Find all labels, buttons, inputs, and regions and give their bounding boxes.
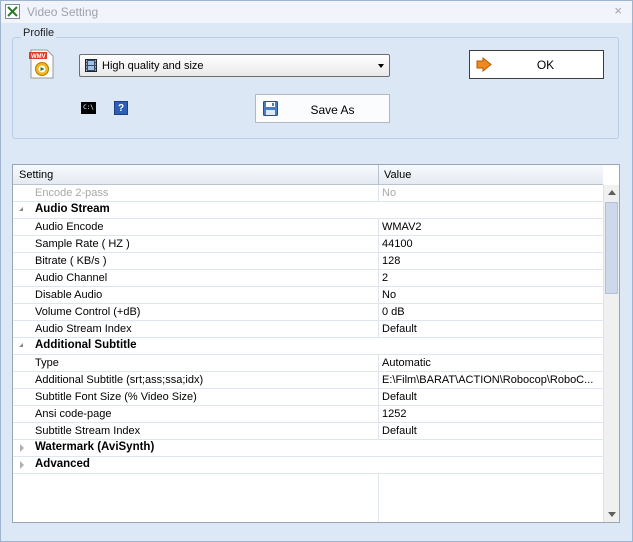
- property-value[interactable]: E:\Film\BARAT\ACTION\Robocop\RoboC...: [382, 374, 600, 386]
- vertical-scrollbar[interactable]: [603, 185, 619, 522]
- cell-divider: [378, 219, 379, 236]
- category-row[interactable]: Audio Stream: [13, 202, 603, 219]
- ok-button-label: OK: [536, 58, 555, 72]
- column-divider[interactable]: [378, 165, 379, 185]
- cell-divider: [378, 304, 379, 321]
- video-setting-window: Video Setting × Profile WMV High quality…: [0, 0, 633, 542]
- window-title: Video Setting: [27, 5, 99, 19]
- property-name: Bitrate ( KB/s ): [35, 255, 107, 267]
- collapse-triangle-icon[interactable]: [19, 343, 23, 347]
- scrollbar-thumb[interactable]: [605, 202, 618, 294]
- property-row[interactable]: Disable Audio No: [13, 287, 603, 304]
- property-value[interactable]: 128: [382, 255, 600, 267]
- cell-divider: [378, 236, 379, 253]
- category-label: Additional Subtitle: [35, 339, 137, 351]
- property-value[interactable]: No: [382, 187, 600, 199]
- property-value[interactable]: Default: [382, 391, 600, 403]
- property-row[interactable]: Type Automatic: [13, 355, 603, 372]
- property-value[interactable]: Automatic: [382, 357, 600, 369]
- svg-text:WMV: WMV: [31, 54, 46, 60]
- grid-header: Setting Value: [13, 165, 603, 185]
- property-name: Disable Audio: [35, 289, 103, 301]
- title-bar[interactable]: Video Setting ×: [1, 1, 632, 23]
- cell-divider: [378, 406, 379, 423]
- property-value[interactable]: 2: [382, 272, 600, 284]
- category-label: Audio Stream: [35, 203, 110, 215]
- collapse-triangle-icon[interactable]: [19, 207, 23, 211]
- property-value[interactable]: No: [382, 289, 600, 301]
- property-rows: Encode 2-pass No Audio Stream Audio Encode W…: [13, 185, 603, 474]
- property-row[interactable]: Encode 2-pass No: [13, 185, 603, 202]
- property-name: Volume Control (+dB): [35, 306, 141, 318]
- property-name: Subtitle Font Size (% Video Size): [35, 391, 197, 403]
- category-row[interactable]: Advanced: [13, 457, 603, 474]
- film-icon: [85, 59, 97, 75]
- cell-divider: [378, 287, 379, 304]
- profile-select-value: High quality and size: [102, 60, 204, 72]
- property-value[interactable]: 0 dB: [382, 306, 600, 318]
- property-row[interactable]: Audio Channel 2: [13, 270, 603, 287]
- cell-divider: [378, 253, 379, 270]
- wmv-file-icon: WMV: [29, 49, 55, 79]
- property-name: Type: [35, 357, 59, 369]
- category-row[interactable]: Additional Subtitle: [13, 338, 603, 355]
- save-as-button-label: Save As: [310, 103, 355, 117]
- category-label: Advanced: [35, 458, 90, 470]
- category-label: Watermark (AviSynth): [35, 441, 155, 453]
- property-value[interactable]: 1252: [382, 408, 600, 420]
- cell-divider: [378, 270, 379, 287]
- property-name: Sample Rate ( HZ ): [35, 238, 130, 250]
- app-icon: [5, 4, 20, 19]
- scroll-up-arrow-icon[interactable]: [608, 190, 616, 195]
- property-row[interactable]: Subtitle Font Size (% Video Size) Default: [13, 389, 603, 406]
- cell-divider: [378, 185, 379, 202]
- cell-divider: [378, 423, 379, 440]
- property-row[interactable]: Audio Encode WMAV2: [13, 219, 603, 236]
- property-row[interactable]: Sample Rate ( HZ ) 44100: [13, 236, 603, 253]
- profile-select[interactable]: High quality and size: [79, 54, 390, 77]
- column-header-value[interactable]: Value: [384, 169, 411, 181]
- settings-property-grid: Setting Value Encode 2-pass No Audio Strea…: [12, 164, 620, 523]
- property-value[interactable]: 44100: [382, 238, 600, 250]
- property-value[interactable]: Default: [382, 323, 600, 335]
- cell-divider: [378, 389, 379, 406]
- column-header-setting[interactable]: Setting: [19, 169, 53, 181]
- property-name: Subtitle Stream Index: [35, 425, 141, 437]
- cell-divider: [378, 321, 379, 338]
- property-name: Ansi code-page: [35, 408, 112, 420]
- expand-triangle-icon[interactable]: [20, 444, 24, 452]
- property-name: Encode 2-pass: [35, 187, 109, 199]
- property-name: Audio Stream Index: [35, 323, 132, 335]
- command-line-icon[interactable]: C:\: [81, 102, 96, 114]
- empty-area-divider: [378, 474, 379, 522]
- cell-divider: [378, 355, 379, 372]
- property-value[interactable]: WMAV2: [382, 221, 600, 233]
- save-as-button[interactable]: Save As: [255, 94, 390, 123]
- help-icon[interactable]: ?: [114, 101, 128, 115]
- close-icon[interactable]: ×: [614, 3, 622, 18]
- property-row[interactable]: Volume Control (+dB) 0 dB: [13, 304, 603, 321]
- property-row[interactable]: Bitrate ( KB/s ) 128: [13, 253, 603, 270]
- property-row[interactable]: Ansi code-page 1252: [13, 406, 603, 423]
- property-row[interactable]: Audio Stream Index Default: [13, 321, 603, 338]
- scroll-down-arrow-icon[interactable]: [608, 512, 616, 517]
- property-name: Audio Channel: [35, 272, 108, 284]
- property-row[interactable]: Additional Subtitle (srt;ass;ssa;idx) E:\…: [13, 372, 603, 389]
- property-value[interactable]: Default: [382, 425, 600, 437]
- property-name: Audio Encode: [35, 221, 104, 233]
- chevron-down-icon[interactable]: [378, 64, 384, 68]
- cell-divider: [378, 372, 379, 389]
- expand-triangle-icon[interactable]: [20, 461, 24, 469]
- ok-button[interactable]: OK: [469, 50, 604, 79]
- property-name: Additional Subtitle (srt;ass;ssa;idx): [35, 374, 204, 386]
- profile-group-label: Profile: [21, 27, 57, 39]
- property-row[interactable]: Subtitle Stream Index Default: [13, 423, 603, 440]
- category-row[interactable]: Watermark (AviSynth): [13, 440, 603, 457]
